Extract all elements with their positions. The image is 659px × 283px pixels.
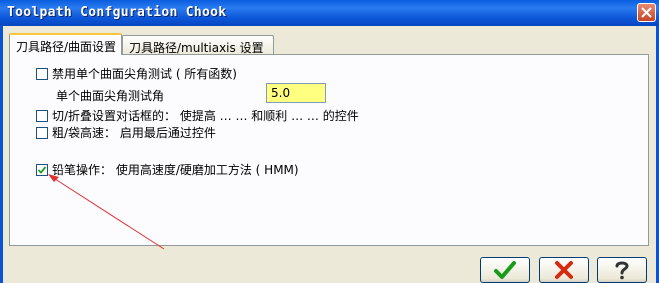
question-icon xyxy=(615,261,629,280)
check-icon xyxy=(494,261,516,279)
close-icon xyxy=(641,7,652,18)
cancel-button[interactable] xyxy=(539,257,589,283)
title-bar[interactable]: Toolpath Confguration Chook xyxy=(0,0,659,26)
option-disable-sharp-test[interactable]: 禁用单个曲面尖角测试 ( 所有函数) xyxy=(36,65,237,82)
option-sharp-angle: 单个曲面尖角测试角 xyxy=(56,87,164,104)
checkbox-rough-high-speed[interactable] xyxy=(36,126,48,139)
checkbox-disable-sharp-test[interactable] xyxy=(36,67,48,80)
window-frame-left xyxy=(0,26,3,283)
option-cut-fold[interactable]: 切/折叠设置对话框的： 使提高 … … 和顺利 … … 的控件 xyxy=(36,107,359,124)
disable-sharp-test-label: 禁用单个曲面尖角测试 ( 所有函数) xyxy=(52,67,237,81)
tab-surface-settings[interactable]: 刀具路径/曲面设置 xyxy=(9,33,122,55)
ok-button[interactable] xyxy=(480,257,530,283)
option-rough-high-speed[interactable]: 粗/袋高速： 启用最后通过控件 xyxy=(36,124,216,141)
cut-fold-label: 切/折叠设置对话框的： 使提高 … … 和顺利 … … 的控件 xyxy=(52,109,359,123)
help-button[interactable] xyxy=(597,257,647,283)
sharp-angle-input[interactable] xyxy=(266,83,326,103)
checkbox-cut-fold[interactable] xyxy=(36,109,48,122)
x-icon xyxy=(555,261,573,279)
window-title: Toolpath Confguration Chook xyxy=(7,5,227,20)
dialog-window: Toolpath Confguration Chook 刀具路径/曲面设置 刀具… xyxy=(0,0,659,283)
close-button[interactable] xyxy=(637,3,656,22)
sharp-angle-label: 单个曲面尖角测试角 xyxy=(56,89,165,103)
annotation-arrow xyxy=(48,174,165,250)
rough-high-speed-label: 粗/袋高速： 启用最后通过控件 xyxy=(52,126,216,140)
tab-multiaxis-settings[interactable]: 刀具路径/multiaxis 设置 xyxy=(122,35,274,55)
